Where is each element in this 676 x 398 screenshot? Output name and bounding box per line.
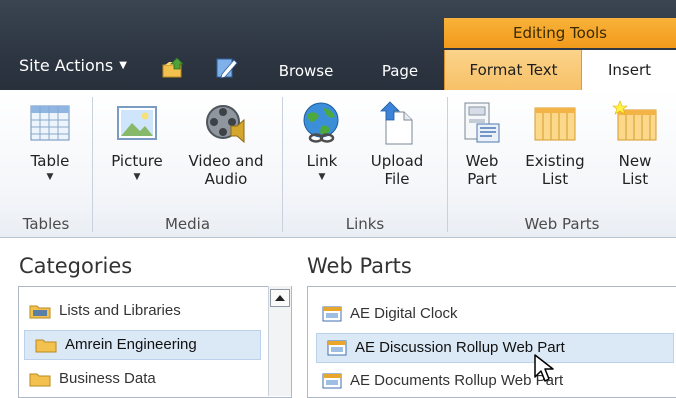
group-label-media: Media — [164, 215, 211, 233]
category-label: Lists and Libraries — [59, 302, 181, 319]
video-audio-label: Video and Audio — [188, 152, 264, 188]
table-button[interactable]: Table ▼ — [20, 100, 80, 182]
web-part-item-icon — [327, 340, 347, 356]
existing-list-label: Existing List — [525, 152, 585, 188]
group-label-links: Links — [345, 215, 385, 233]
chevron-down-icon: ▼ — [46, 172, 54, 182]
link-globe-icon — [303, 102, 339, 143]
link-label: Link — [306, 152, 338, 170]
group-separator — [92, 97, 93, 232]
upload-file-button[interactable]: Upload File — [361, 100, 433, 188]
web-parts-title: Web Parts — [307, 254, 412, 278]
upload-file-icon — [380, 101, 413, 145]
existing-list-button[interactable]: Existing List — [523, 100, 587, 188]
picture-icon — [117, 106, 157, 140]
web-part-icon — [464, 102, 500, 143]
picture-label: Picture — [111, 152, 163, 170]
table-label: Table — [30, 152, 70, 170]
chevron-down-icon: ▼ — [119, 60, 127, 71]
group-separator — [282, 97, 283, 232]
site-actions-menu[interactable]: Site Actions ▼ — [19, 56, 127, 75]
folder-icon — [35, 339, 57, 353]
new-list-label: New List — [618, 152, 652, 188]
group-label-tables: Tables — [22, 215, 70, 233]
video-audio-icon — [206, 105, 245, 144]
navigate-up-icon[interactable] — [161, 56, 185, 80]
link-button[interactable]: Link ▼ — [296, 100, 348, 182]
category-item-lists-libraries[interactable]: Lists and Libraries — [19, 297, 259, 325]
editing-tools-group: Editing Tools — [444, 18, 676, 48]
group-label-web-parts: Web Parts — [524, 215, 600, 233]
video-audio-button[interactable]: Video and Audio — [178, 100, 274, 188]
tab-page[interactable]: Page — [375, 52, 425, 90]
group-separator — [447, 97, 448, 232]
category-item-amrein-engineering[interactable]: Amrein Engineering — [24, 330, 261, 360]
web-part-item-icon — [322, 306, 342, 322]
new-list-icon — [612, 100, 657, 141]
web-part-label: AE Documents Rollup Web Part — [350, 372, 564, 389]
categories-title: Categories — [19, 254, 133, 278]
tab-insert[interactable]: Insert — [581, 50, 676, 91]
arrow-up-icon — [275, 295, 285, 301]
tab-browse[interactable]: Browse — [271, 52, 341, 90]
folder-icon — [29, 305, 51, 319]
scroll-up-button[interactable] — [270, 289, 290, 307]
category-label: Amrein Engineering — [65, 336, 197, 353]
web-part-label: Web Part — [465, 152, 499, 188]
category-item-business-data[interactable]: Business Data — [19, 365, 259, 393]
web-part-item-documents-rollup[interactable]: AE Documents Rollup Web Part — [312, 367, 676, 395]
mouse-cursor-icon — [534, 354, 554, 382]
upload-file-label: Upload File — [370, 152, 424, 188]
web-part-item-icon — [322, 373, 342, 389]
tab-format-text[interactable]: Format Text — [444, 50, 582, 90]
web-part-item-digital-clock[interactable]: AE Digital Clock — [312, 300, 676, 328]
table-icon — [30, 105, 70, 141]
web-part-item-discussion-rollup[interactable]: AE Discussion Rollup Web Part — [316, 333, 674, 363]
existing-list-icon — [534, 107, 576, 141]
web-part-button[interactable]: Web Part — [457, 100, 507, 188]
web-part-label: AE Digital Clock — [350, 305, 458, 322]
category-label: Business Data — [59, 370, 156, 387]
site-actions-label: Site Actions — [19, 56, 114, 75]
folder-icon — [29, 373, 51, 387]
new-list-button[interactable]: New List — [606, 100, 664, 188]
chevron-down-icon: ▼ — [133, 172, 141, 182]
chevron-down-icon: ▼ — [318, 172, 326, 182]
picture-button[interactable]: Picture ▼ — [104, 100, 170, 182]
edit-page-icon[interactable] — [214, 56, 238, 80]
